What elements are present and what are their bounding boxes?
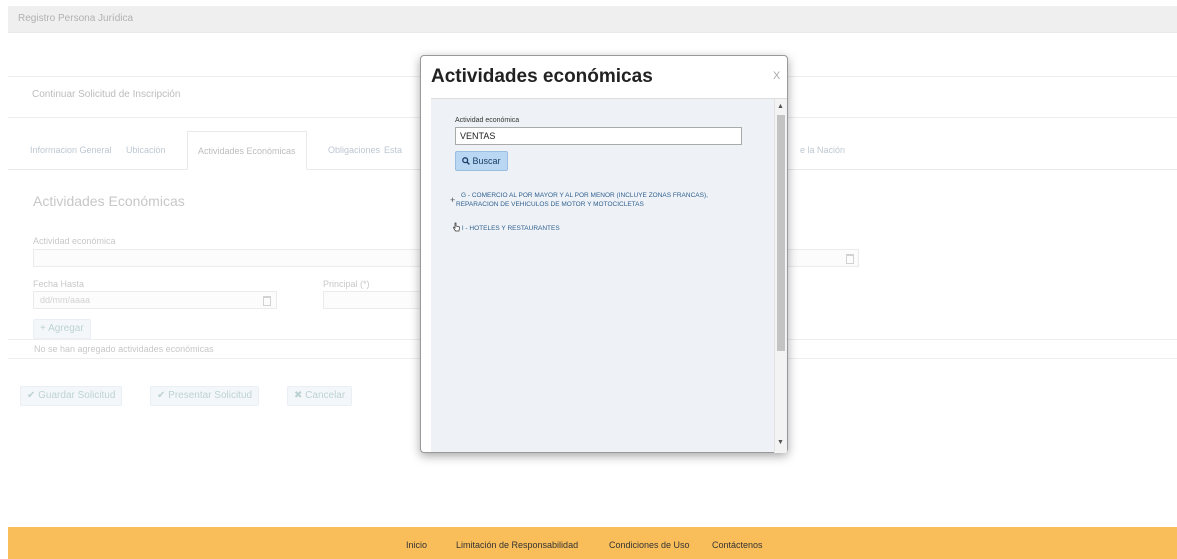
scroll-up-icon[interactable]: ▲	[777, 103, 784, 111]
result-g-line1: G - COMERCIO AL POR MAYOR Y AL POR MENOR…	[461, 192, 708, 199]
modal-field-label: Actividad económica	[455, 117, 520, 124]
search-button[interactable]: Buscar	[455, 151, 508, 171]
result-item-i[interactable]: I - HOTELES Y RESTAURANTES	[453, 222, 560, 233]
search-button-label: Buscar	[472, 156, 501, 166]
modal-title: Actividades económicas	[431, 66, 653, 87]
search-icon	[462, 157, 470, 165]
footer-link-contactenos[interactable]: Contáctenos	[712, 540, 763, 550]
modal-body: Actividad económica Buscar + G - COMERCI…	[431, 98, 787, 453]
activities-modal: Actividades económicas X Actividad econó…	[420, 55, 788, 453]
result-i-label: I - HOTELES Y RESTAURANTES	[461, 225, 560, 232]
scroll-down-icon[interactable]: ▼	[777, 439, 784, 447]
result-g-line2: REPARACION DE VEHICULOS DE MOTOR Y MOTOC…	[456, 201, 644, 208]
result-item-g[interactable]: + G - COMERCIO AL POR MAYOR Y AL POR MEN…	[450, 191, 708, 209]
close-icon[interactable]: X	[773, 70, 780, 82]
footer: Inicio Limitación de Responsabilidad Con…	[8, 527, 1177, 559]
footer-link-inicio[interactable]: Inicio	[406, 540, 427, 550]
hand-cursor-icon	[453, 222, 460, 232]
expand-icon: +	[450, 195, 456, 205]
footer-link-condiciones[interactable]: Condiciones de Uso	[609, 540, 690, 550]
footer-link-limitacion[interactable]: Limitación de Responsabilidad	[456, 540, 578, 550]
activity-search-input[interactable]	[455, 127, 742, 145]
scroll-thumb[interactable]	[777, 115, 785, 351]
modal-scrollbar[interactable]: ▲ ▼	[774, 99, 786, 453]
